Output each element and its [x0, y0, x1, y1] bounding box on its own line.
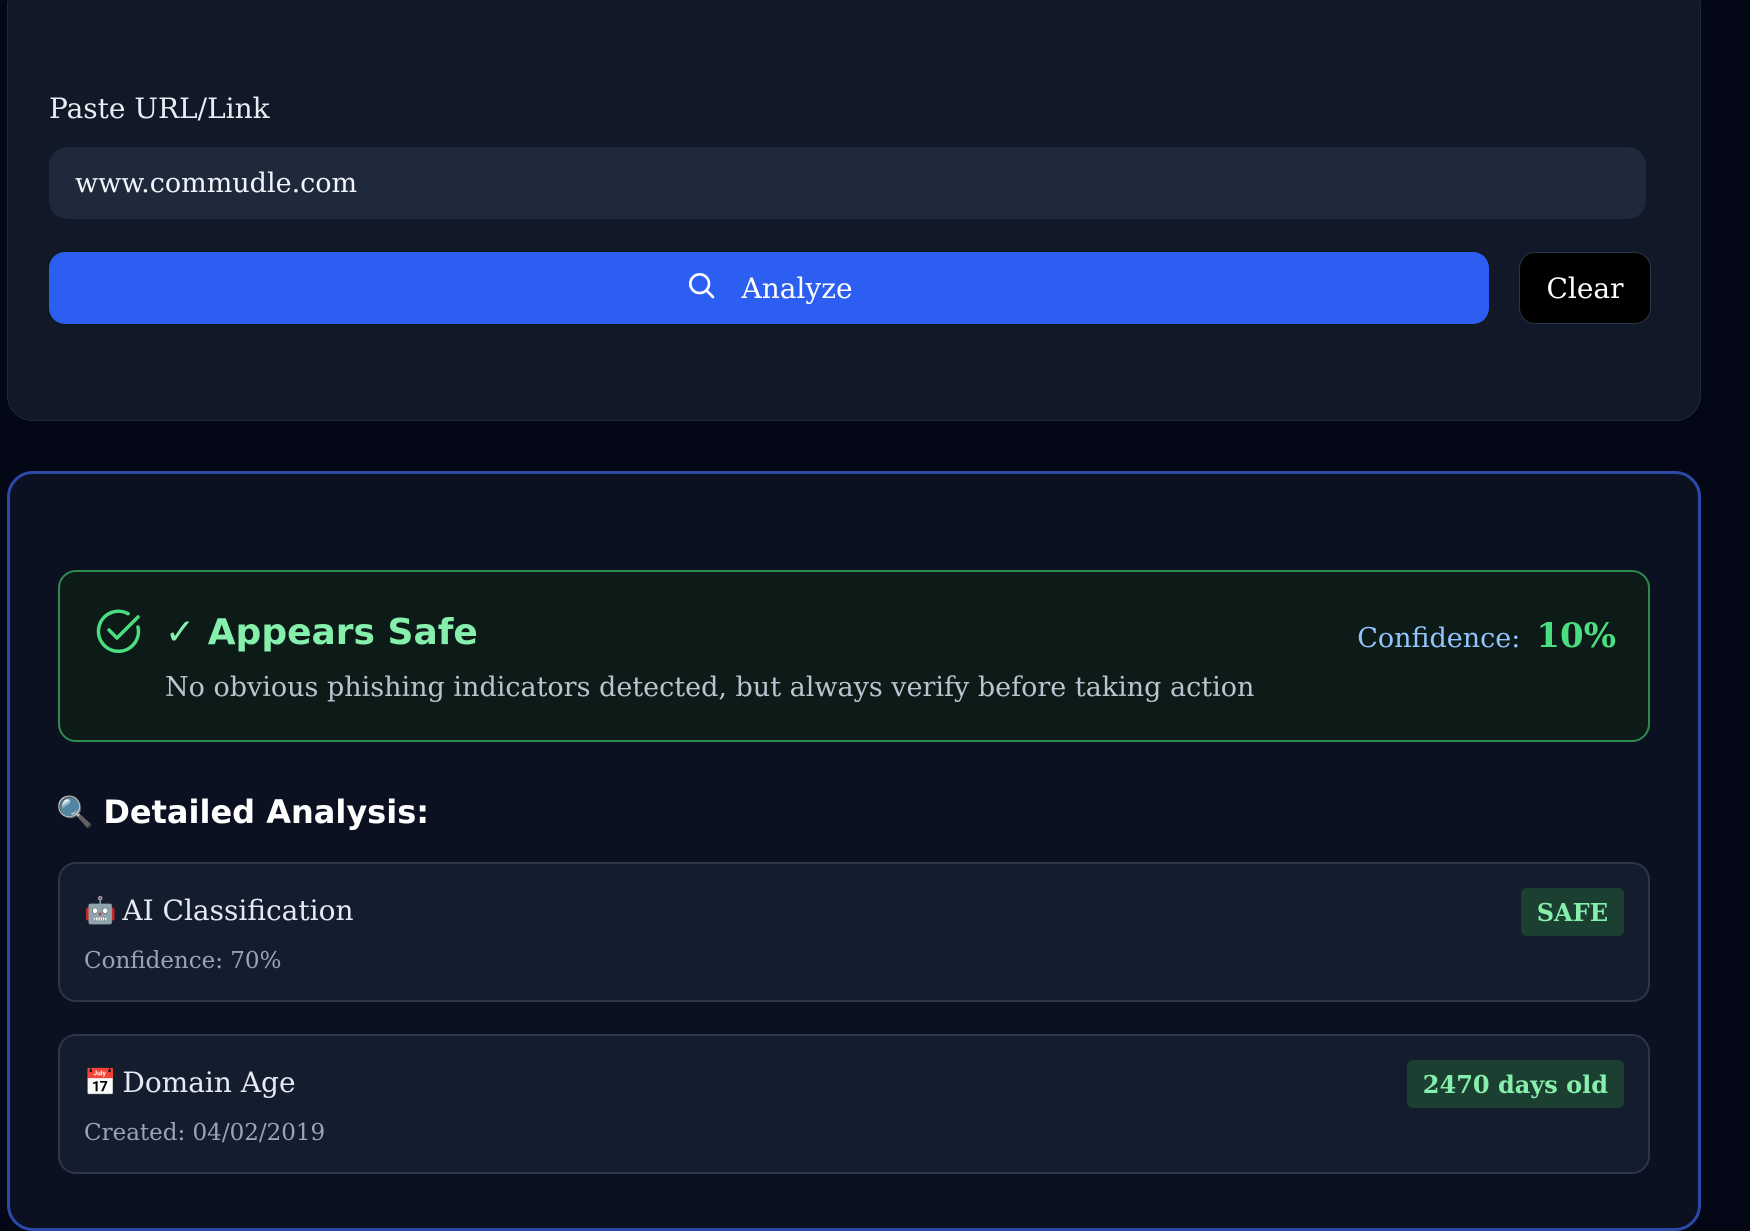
status-badge: SAFE [1520, 888, 1624, 936]
domain-created-date: Created: 04/02/2019 [84, 1120, 326, 1146]
detailed-analysis-title: Detailed Analysis: [103, 793, 430, 831]
url-input[interactable] [49, 147, 1646, 219]
check-circle-icon [94, 607, 142, 655]
verdict-confidence-label: Confidence: [1357, 623, 1521, 654]
verdict-confidence: Confidence: 10% [1357, 616, 1616, 656]
domain-age-badge: 2470 days old [1406, 1060, 1624, 1108]
ai-classification-confidence: Confidence: 70% [84, 948, 282, 974]
ai-classification-title: AI Classification [122, 894, 354, 927]
verdict-description: No obvious phishing indicators detected,… [165, 672, 1255, 703]
magnifier-icon: 🔍 [56, 794, 94, 830]
verdict-confidence-value: 10% [1536, 616, 1616, 656]
clear-button[interactable]: Clear [1519, 252, 1651, 324]
verdict-title: ✓ Appears Safe [165, 612, 478, 653]
search-icon [685, 269, 717, 308]
domain-age-card: 📅 Domain Age Created: 04/02/2019 2470 da… [58, 1034, 1650, 1174]
robot-icon: 🤖 [84, 895, 117, 926]
analyze-button-label: Analyze [741, 271, 853, 305]
domain-age-title: Domain Age [122, 1066, 296, 1099]
analyze-button[interactable]: Analyze [49, 252, 1489, 324]
ai-classification-card: 🤖 AI Classification Confidence: 70% SAFE [58, 862, 1650, 1002]
calendar-icon: 📅 [84, 1067, 117, 1098]
url-input-label: Paste URL/Link [49, 92, 270, 125]
detailed-analysis-heading: 🔍 Detailed Analysis: [56, 793, 429, 831]
verdict-panel: ✓ Appears Safe No obvious phishing indic… [58, 570, 1650, 742]
